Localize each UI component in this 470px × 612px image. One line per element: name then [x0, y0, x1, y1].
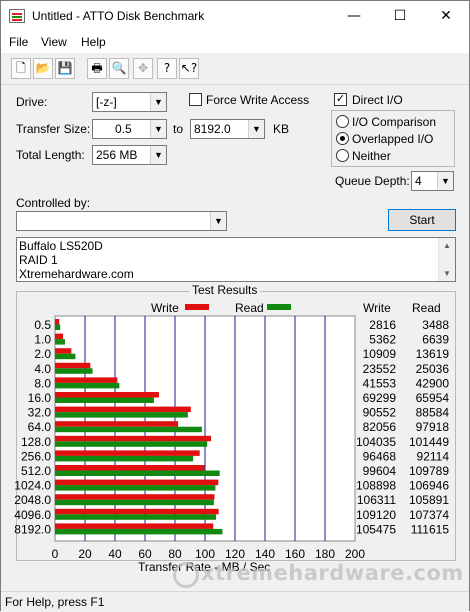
watermark-text: xtremehardware.com: [201, 561, 464, 585]
drive-select[interactable]: [-z-] ▼: [92, 92, 167, 112]
queue-depth-value: 4: [415, 174, 422, 188]
print-preview-icon[interactable]: 🔍: [109, 58, 129, 79]
xtremehardware-logo: [173, 562, 199, 588]
scroll-down-icon[interactable]: ▼: [439, 269, 455, 278]
menu-view[interactable]: View: [41, 35, 67, 49]
queue-depth-select[interactable]: 4 ▼: [411, 171, 454, 191]
direct-io-checkbox[interactable]: ✓: [334, 93, 347, 106]
chevron-down-icon: ▼: [150, 146, 166, 164]
transfer-size-from-select[interactable]: 0.5 ▼: [92, 119, 167, 139]
menu-bar: File View Help: [1, 32, 469, 53]
to-label: to: [173, 122, 184, 136]
force-write-label: Force Write Access: [206, 93, 310, 107]
total-length-select[interactable]: 256 MB ▼: [92, 145, 167, 165]
chevron-down-icon: ▼: [150, 93, 166, 111]
unit-label: KB: [273, 122, 290, 136]
description-line: Xtremehardware.com: [19, 267, 134, 281]
io-comparison-radio[interactable]: [336, 115, 349, 128]
toolbar: 🗋 📂 💾 🖶 🔍 ✥ ? ↖?: [1, 53, 469, 85]
test-results-group: [16, 291, 456, 561]
transfer-to-value: 8192.0: [194, 122, 231, 136]
context-help-icon[interactable]: ↖?: [179, 58, 199, 79]
description-scrollbar[interactable]: ▲ ▼: [438, 238, 455, 281]
maximize-button[interactable]: ☐: [377, 1, 423, 32]
app-window: Untitled - ATTO Disk Benchmark — ☐ ✕ Fil…: [0, 0, 470, 611]
direct-io-label: Direct I/O: [352, 93, 403, 107]
io-comparison-label: I/O Comparison: [352, 115, 437, 129]
window-title: Untitled - ATTO Disk Benchmark: [32, 9, 205, 23]
description-textarea[interactable]: Buffalo LS520D RAID 1 Xtremehardware.com…: [16, 237, 456, 282]
minimize-button[interactable]: —: [331, 1, 377, 32]
chevron-down-icon: ▼: [248, 120, 264, 138]
print-icon[interactable]: 🖶: [87, 58, 107, 79]
atto-app-icon: [9, 9, 25, 23]
total-length-label: Total Length:: [16, 148, 85, 162]
scroll-up-icon[interactable]: ▲: [439, 241, 455, 250]
save-icon[interactable]: 💾: [55, 58, 75, 79]
force-write-checkbox[interactable]: [189, 93, 202, 106]
chevron-down-icon: ▼: [210, 212, 226, 230]
start-button[interactable]: Start: [388, 209, 456, 231]
overlapped-io-label: Overlapped I/O: [352, 132, 434, 146]
neither-label: Neither: [352, 149, 391, 163]
description-line: Buffalo LS520D: [19, 239, 103, 253]
move-icon[interactable]: ✥: [133, 58, 153, 79]
close-button[interactable]: ✕: [423, 1, 469, 32]
title-bar[interactable]: Untitled - ATTO Disk Benchmark — ☐ ✕: [1, 1, 469, 32]
controlled-by-label: Controlled by:: [16, 196, 91, 210]
total-length-value: 256 MB: [96, 148, 138, 162]
drive-value: [-z-]: [96, 95, 117, 109]
status-bar: For Help, press F1: [1, 591, 469, 611]
transfer-size-to-select[interactable]: 8192.0 ▼: [190, 119, 265, 139]
status-text: For Help, press F1: [5, 595, 105, 609]
description-line: RAID 1: [19, 253, 58, 267]
drive-label: Drive:: [16, 95, 48, 109]
overlapped-io-radio[interactable]: [336, 132, 349, 145]
transfer-size-label: Transfer Size:: [16, 122, 91, 136]
test-results-title: Test Results: [189, 283, 261, 297]
transfer-from-value: 0.5: [115, 122, 132, 136]
queue-depth-label: Queue Depth:: [335, 174, 410, 188]
menu-file[interactable]: File: [9, 35, 28, 49]
menu-help[interactable]: Help: [81, 35, 106, 49]
chevron-down-icon: ▼: [437, 172, 453, 190]
chevron-down-icon: ▼: [150, 120, 166, 138]
help-icon[interactable]: ?: [157, 58, 177, 79]
controlled-by-select[interactable]: ▼: [16, 211, 227, 231]
neither-radio[interactable]: [336, 149, 349, 162]
new-icon[interactable]: 🗋: [11, 58, 31, 79]
open-icon[interactable]: 📂: [33, 58, 53, 79]
